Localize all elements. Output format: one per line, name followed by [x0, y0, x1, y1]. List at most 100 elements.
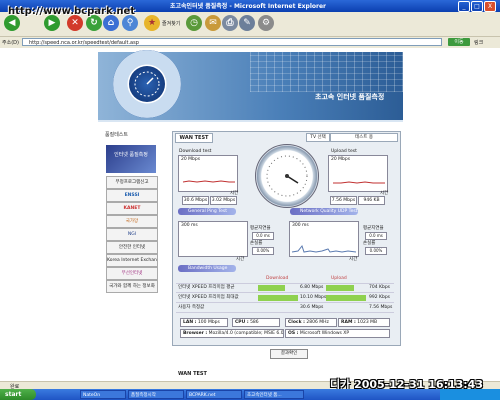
download-value: 30.6 Mbps — [300, 305, 324, 310]
taskbar-item[interactable]: 초고속인터넷 품... — [244, 390, 304, 399]
clock-value: 2806 MHz — [306, 320, 329, 325]
os-info: OS : Microsoft Windows XP — [285, 329, 390, 338]
banner-title: 초고속 인터넷 품질측정 — [315, 93, 385, 101]
sidebar-item[interactable]: ENSSI — [106, 189, 158, 202]
sidebar-item[interactable]: 안전한 인터넷 — [106, 241, 158, 254]
back-arrow-icon[interactable]: ◀ — [4, 15, 20, 31]
home-icon[interactable]: ⌂ — [103, 15, 119, 31]
download-value-2: 3.02 Mbps — [210, 196, 237, 205]
network-avg-value: 0.0 ms — [365, 232, 387, 240]
general-loss-value: 0.00% — [252, 247, 274, 255]
go-button[interactable]: 이동 — [448, 38, 470, 46]
sidebar-item[interactable]: KANET — [106, 202, 158, 215]
refresh-icon[interactable]: ↻ — [86, 15, 102, 31]
system-tray — [440, 389, 500, 400]
upload-value: 704 Kbps — [369, 285, 391, 290]
cpu-value: 586 — [250, 320, 259, 325]
minimize-button[interactable]: _ — [458, 1, 470, 12]
window-title: 초고속인터넷 품질측정 - Microsoft Internet Explore… — [170, 3, 327, 10]
table-header-upload: Upload — [331, 276, 347, 281]
history-icon[interactable]: ◷ — [186, 15, 202, 31]
general-loss-label: 손실률 — [250, 241, 263, 246]
tools-icon[interactable]: ⚙ — [258, 15, 274, 31]
sidebar-item[interactable]: NGI — [106, 228, 158, 241]
network-loss-value: 0.00% — [365, 247, 387, 255]
general-ping-title: General Ping Test — [178, 208, 236, 215]
general-ping-graph: 300 ms — [178, 221, 248, 257]
upload-value: 7.56 Mbps — [369, 305, 393, 310]
upload-bar — [326, 285, 354, 291]
download-bar — [258, 285, 286, 291]
download-graph: 20 Mbps — [178, 155, 238, 192]
table-header-download: Download — [266, 276, 289, 281]
taskbar-item[interactable]: 품질측정시작 — [128, 390, 184, 399]
general-ping-ms-label: 300 ms — [181, 223, 198, 228]
download-value-1: 30.6 Mbps — [182, 196, 209, 205]
clock-label: Clock : — [288, 320, 305, 325]
stop-icon[interactable]: ✕ — [67, 15, 83, 31]
forward-arrow-icon[interactable]: ▶ — [44, 15, 60, 31]
general-avg-label: 평균지연율 — [250, 226, 271, 231]
download-bar — [258, 295, 298, 301]
table-row: 사용자 측정값 30.6 Mbps 7.56 Mbps — [176, 304, 394, 313]
section-title: 품질테스트 — [105, 132, 129, 138]
network-udp-title: Network Quality UDP Test — [290, 208, 358, 215]
table-header-row: Download Upload — [176, 275, 394, 284]
taskbar-item[interactable]: BCPARK.net — [186, 390, 242, 399]
tab-wan-test[interactable]: WAN TEST — [175, 133, 213, 143]
address-input[interactable]: http://speed.nca.or.kr/speedtest/default… — [22, 38, 442, 46]
lan-label: LAN : — [183, 320, 197, 325]
taskbar-item[interactable]: NateOn — [80, 390, 126, 399]
table-row-label: 인터넷 XPEED 프리미엄 최대값 — [178, 295, 239, 300]
watermark-url: http://www.bcpark.net — [8, 6, 136, 17]
lan-info: LAN : 100 Mbps — [180, 318, 228, 327]
browser-label: Browser : — [183, 331, 208, 336]
upload-graph: 20 Mbps — [328, 155, 388, 192]
download-test-label: Download test — [179, 149, 212, 154]
links-button[interactable]: 링크 — [474, 39, 483, 46]
os-label: OS : — [288, 331, 299, 336]
upload-bar — [326, 295, 366, 301]
general-avg-value: 0.0 ms — [252, 232, 274, 240]
general-ping-time-label: 시간 — [236, 257, 245, 262]
result-check-button[interactable]: 결과확인 — [270, 349, 308, 359]
tv-select[interactable]: TV 선택 — [306, 133, 330, 142]
start-button[interactable]: start — [0, 389, 36, 400]
upload-test-label: Upload test — [331, 149, 357, 154]
upload-value: 992 Kbps — [369, 295, 391, 300]
network-udp-graph: 300 ms — [289, 221, 359, 257]
mail-icon[interactable]: ✉ — [205, 15, 221, 31]
download-value: 6.80 Mbps — [300, 285, 324, 290]
cpu-info: CPU : 586 — [232, 318, 280, 327]
banner-graphic — [250, 52, 403, 92]
os-value: Microsoft Windows XP — [299, 331, 350, 336]
network-avg-label: 평균지연율 — [363, 226, 384, 231]
address-label: 주소(D) — [2, 40, 19, 46]
maximize-button[interactable]: □ — [471, 1, 483, 12]
sidebar-banner-speedtest[interactable]: 인터넷 품질측정 — [106, 145, 156, 173]
upload-value-2: 946 KB — [358, 196, 385, 205]
logo-gauge-icon — [129, 66, 165, 102]
favorites-label[interactable]: 즐겨찾기 — [162, 20, 180, 27]
edit-icon[interactable]: ✎ — [239, 15, 255, 31]
network-time-label: 시간 — [349, 257, 358, 262]
table-row-label: 인터넷 XPEED 프리미엄 평균 — [178, 285, 235, 290]
ram-value: 1023 MB — [357, 320, 378, 325]
bandwidth-title: Bandwidth Usage — [178, 265, 236, 272]
upload-value-1: 7.56 Mbps — [330, 196, 357, 205]
close-button[interactable]: X — [484, 1, 496, 12]
test-select[interactable]: 테스트 용 — [330, 133, 398, 142]
sidebar-item[interactable]: 국가와 함께 하는 정보화 — [106, 280, 158, 293]
favorites-icon[interactable]: ★ — [144, 15, 160, 31]
browser-value: Mozilla/4.0 (compatible; MSIE 6.0 — [208, 331, 284, 336]
search-icon[interactable]: ⚲ — [122, 15, 138, 31]
download-value: 10.10 Mbps — [300, 295, 327, 300]
network-loss-label: 손실률 — [363, 241, 376, 246]
sidebar-item[interactable]: 부정프로그램신고 — [106, 176, 158, 189]
ram-label: RAM : — [341, 320, 356, 325]
sidebar-item[interactable]: 무선인터넷 — [106, 267, 158, 280]
sidebar-item[interactable]: 국가망 — [106, 215, 158, 228]
sidebar-item[interactable]: Korea Internet Exchange — [106, 254, 158, 267]
print-icon[interactable]: ⎙ — [222, 15, 238, 31]
lan-value: 100 Mbps — [197, 320, 220, 325]
